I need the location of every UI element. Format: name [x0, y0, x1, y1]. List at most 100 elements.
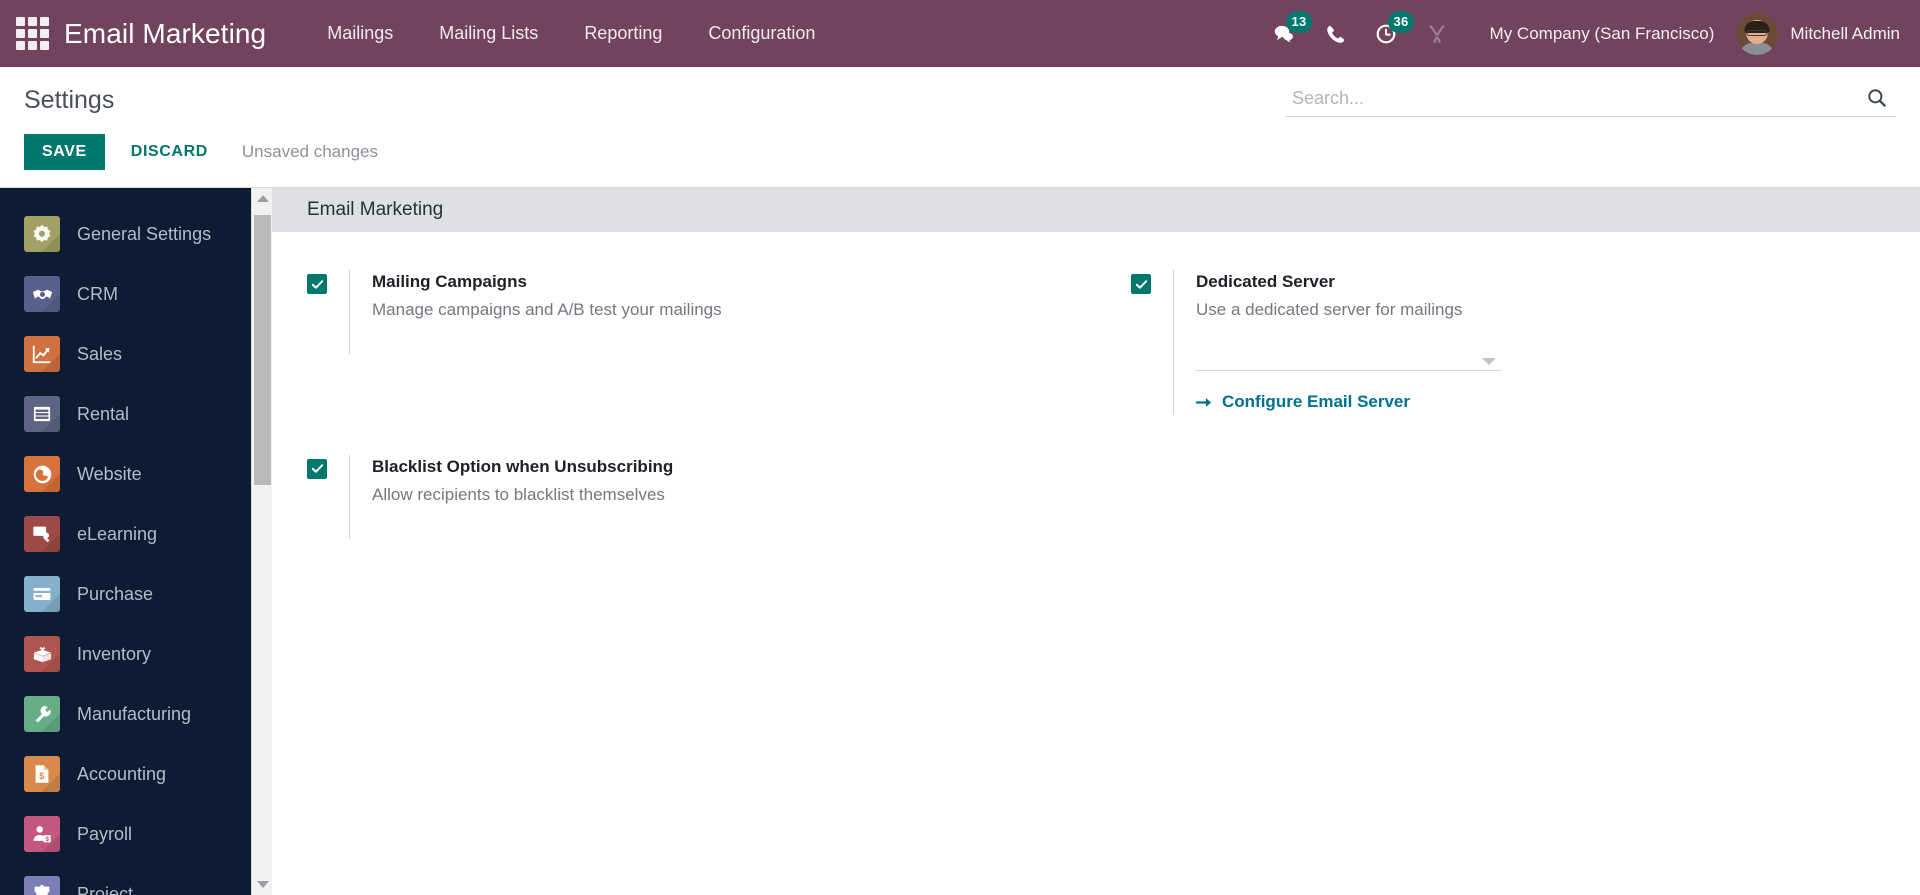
blacklist-option-checkbox[interactable] — [307, 458, 327, 479]
app-brand-title[interactable]: Email Marketing — [64, 18, 266, 50]
blacklist-option-body: Blacklist Option when Unsubscribing Allo… — [349, 454, 1096, 539]
messages-count-badge: 13 — [1285, 11, 1313, 33]
control-panel-top: Settings — [0, 67, 1920, 117]
calendar-list-icon — [24, 396, 60, 432]
user-avatar — [1736, 12, 1779, 55]
activities-count-badge: 36 — [1387, 11, 1415, 33]
sidebar-item-crm[interactable]: CRM — [0, 264, 272, 324]
unsaved-changes-status: Unsaved changes — [241, 142, 378, 161]
settings-sidebar: General Settings CRM Sales Rental Websit… — [0, 188, 272, 895]
page-title: Settings — [24, 86, 115, 114]
setting-dedicated-server: Dedicated Server Use a dedicated server … — [1096, 270, 1920, 415]
sidebar-item-rental[interactable]: Rental — [0, 384, 272, 444]
sidebar-item-label: CRM — [77, 283, 118, 304]
scrollbar-down-arrow-icon[interactable] — [252, 874, 272, 895]
chevron-down-icon — [1482, 358, 1496, 365]
content-area: General Settings CRM Sales Rental Websit… — [0, 188, 1920, 895]
main-menu: Mailings Mailing Lists Reporting Configu… — [304, 0, 838, 67]
dedicated-server-body: Dedicated Server Use a dedicated server … — [1173, 270, 1920, 415]
apps-grid-squares — [15, 17, 49, 50]
puzzle-piece-icon — [24, 876, 60, 895]
chart-line-up-icon — [24, 336, 60, 372]
svg-text:$: $ — [45, 836, 49, 843]
scrollbar-thumb[interactable] — [254, 215, 271, 485]
sidebar-item-label: Project — [77, 883, 134, 895]
sidebar-item-purchase[interactable]: Purchase — [0, 564, 272, 624]
menu-item-mailing-lists[interactable]: Mailing Lists — [416, 0, 561, 67]
search-input[interactable] — [1286, 87, 1854, 109]
control-panel: Settings SAVE DISCARD Unsaved changes — [0, 67, 1920, 188]
sidebar-item-general-settings[interactable]: General Settings — [0, 204, 272, 264]
check-icon — [1135, 279, 1147, 289]
menu-item-reporting[interactable]: Reporting — [561, 0, 685, 67]
messages-button[interactable]: 13 — [1258, 0, 1313, 67]
globe-icon — [24, 456, 60, 492]
user-name-label: Mitchell Admin — [1790, 23, 1900, 43]
sidebar-item-sales[interactable]: Sales — [0, 324, 272, 384]
discard-button[interactable]: DISCARD — [113, 134, 226, 170]
dedicated-server-help: Use a dedicated server for mailings — [1196, 300, 1463, 319]
sidebar-item-payroll[interactable]: $ Payroll — [0, 804, 272, 864]
check-icon — [311, 464, 323, 473]
avatar-body — [1740, 42, 1775, 55]
configure-email-server-link[interactable]: Configure Email Server — [1196, 392, 1410, 412]
sidebar-item-label: Accounting — [77, 763, 167, 784]
svg-text:$: $ — [39, 771, 44, 781]
mailing-campaigns-label[interactable]: Mailing Campaigns — [372, 270, 1096, 293]
blacklist-option-label[interactable]: Blacklist Option when Unsubscribing — [372, 455, 1096, 478]
search-icon[interactable] — [1854, 87, 1896, 109]
search-bar — [1286, 83, 1896, 117]
gear-icon — [24, 216, 60, 252]
handshake-icon — [24, 276, 60, 312]
sidebar-item-inventory[interactable]: Inventory — [0, 624, 272, 684]
sidebar-item-project[interactable]: Project — [0, 864, 272, 895]
sidebar-item-elearning[interactable]: eLearning — [0, 504, 272, 564]
save-button[interactable]: SAVE — [24, 134, 105, 170]
dedicated-server-extra: Configure Email Server — [1196, 345, 1920, 415]
control-panel-buttons: SAVE DISCARD Unsaved changes — [0, 117, 1920, 170]
invoice-dollar-icon: $ — [24, 756, 60, 792]
sidebar-item-label: Payroll — [77, 823, 133, 844]
sidebar-item-label: Sales — [77, 343, 123, 364]
scrollbar-up-arrow-icon[interactable] — [252, 188, 272, 209]
credit-card-icon — [24, 576, 60, 612]
avatar-glasses — [1746, 29, 1768, 36]
sidebar-item-label: Purchase — [77, 583, 154, 604]
sidebar-item-label: Inventory — [77, 643, 152, 664]
tools-button[interactable] — [1412, 0, 1462, 67]
user-menu[interactable]: Mitchell Admin — [1730, 12, 1900, 55]
apps-grid-icon[interactable] — [0, 0, 64, 67]
configure-email-server-label: Configure Email Server — [1222, 392, 1411, 411]
top-navbar: Email Marketing Mailings Mailing Lists R… — [0, 0, 1920, 67]
sidebar-scrollbar[interactable] — [251, 188, 272, 895]
menu-item-mailings[interactable]: Mailings — [304, 0, 416, 67]
mailing-campaigns-checkbox[interactable] — [307, 274, 327, 294]
sidebar-item-accounting[interactable]: $ Accounting — [0, 744, 272, 804]
mail-server-select[interactable] — [1196, 345, 1501, 371]
presentation-icon — [24, 516, 60, 552]
company-switcher[interactable]: My Company (San Francisco) — [1462, 24, 1731, 44]
sidebar-item-website[interactable]: Website — [0, 444, 272, 504]
dedicated-server-label[interactable]: Dedicated Server — [1196, 270, 1920, 293]
mailing-campaigns-body: Mailing Campaigns Manage campaigns and A… — [349, 270, 1096, 354]
sidebar-item-label: General Settings — [77, 223, 212, 244]
sidebar-item-label: Rental — [77, 403, 130, 424]
check-icon — [311, 279, 323, 289]
sidebar-item-label: Website — [77, 463, 142, 484]
sidebar-item-label: Manufacturing — [77, 703, 192, 724]
settings-grid: Mailing Campaigns Manage campaigns and A… — [272, 232, 1920, 579]
wrench-icon — [24, 696, 60, 732]
activities-button[interactable]: 36 — [1360, 0, 1415, 67]
sidebar-item-manufacturing[interactable]: Manufacturing — [0, 684, 272, 744]
mailing-campaigns-help: Manage campaigns and A/B test your maili… — [372, 300, 722, 319]
section-header: Email Marketing — [272, 188, 1920, 232]
phone-button[interactable] — [1310, 0, 1360, 67]
blacklist-option-help: Allow recipients to blacklist themselves — [372, 484, 665, 504]
section-title: Email Marketing — [307, 199, 444, 220]
dedicated-server-checkbox[interactable] — [1131, 274, 1151, 294]
menu-item-configuration[interactable]: Configuration — [685, 0, 838, 67]
box-open-icon — [24, 636, 60, 672]
sidebar-item-label: eLearning — [77, 523, 158, 544]
wrench-tools-icon — [1428, 24, 1445, 43]
systray: 13 36 My Company (San Francisco) Mitchel… — [1258, 0, 1920, 67]
